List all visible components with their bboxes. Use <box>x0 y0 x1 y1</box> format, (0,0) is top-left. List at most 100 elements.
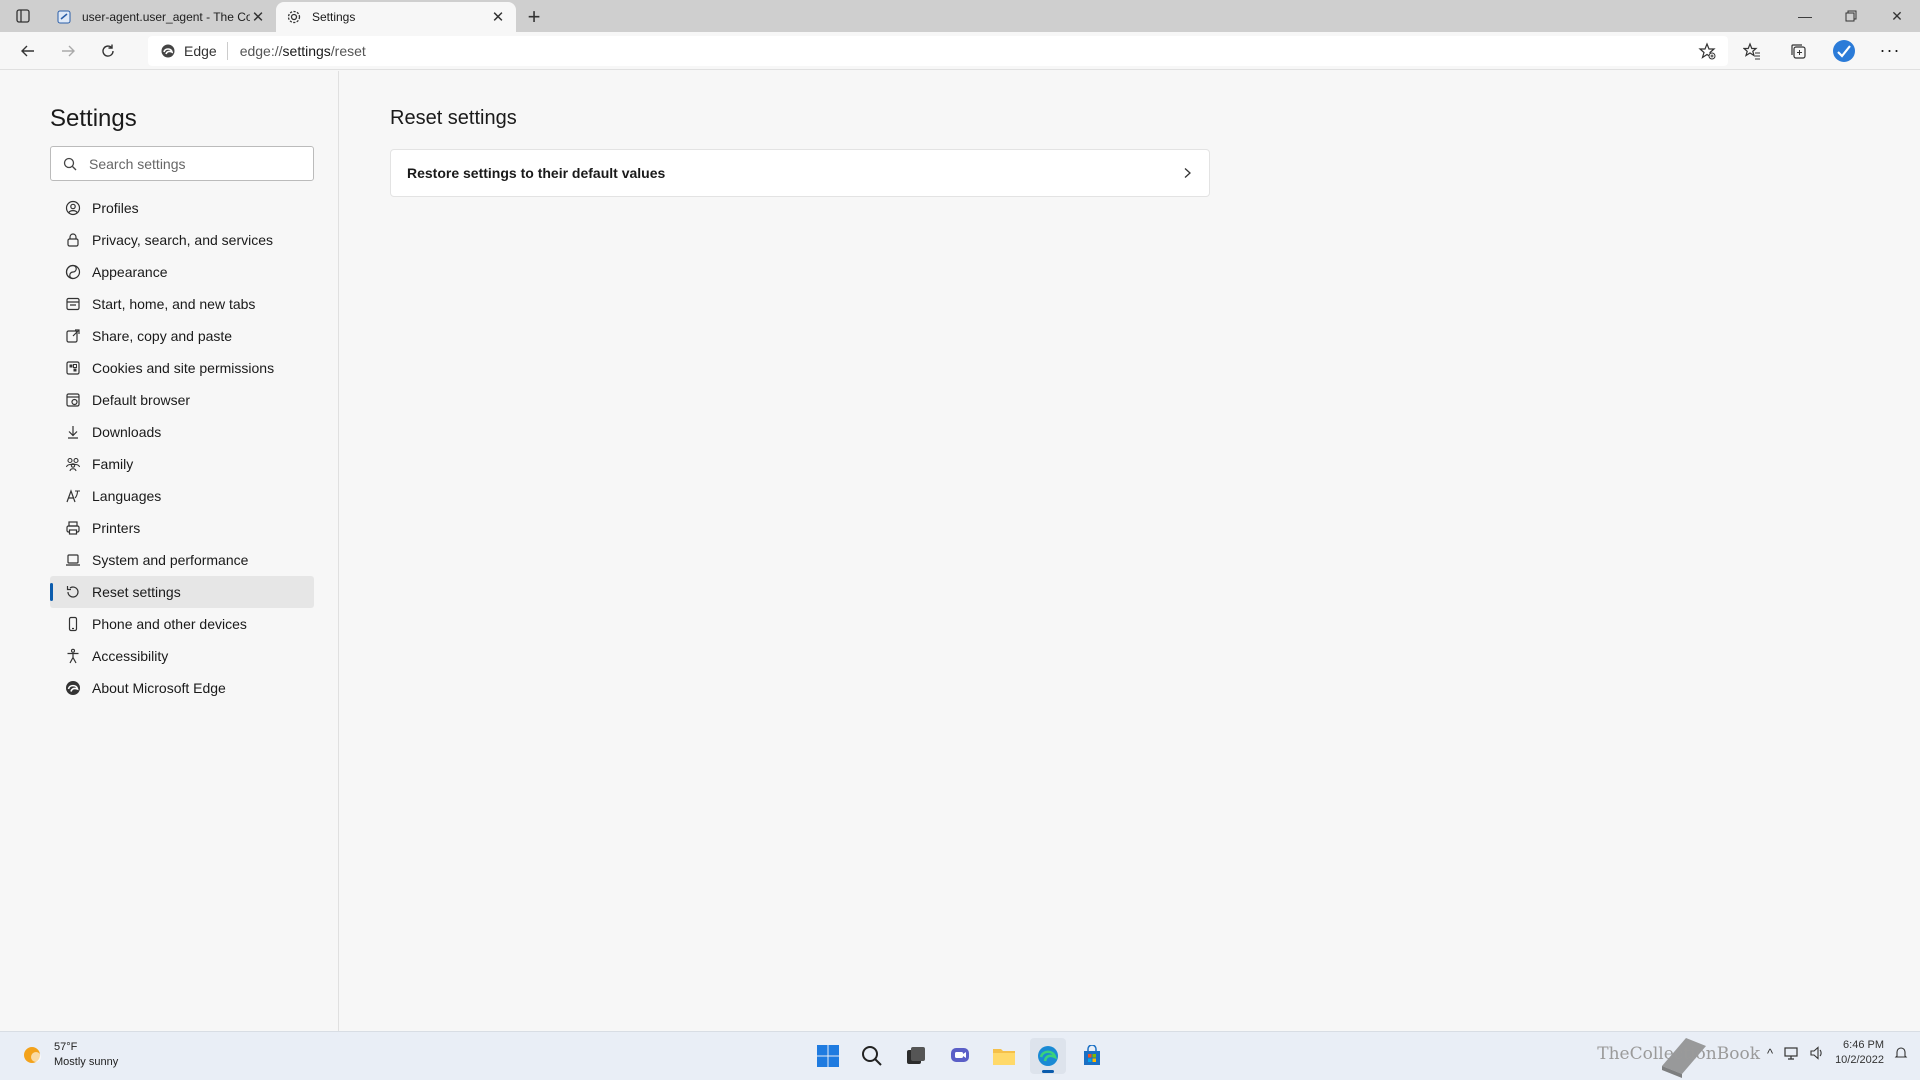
sidebar-item-label: Privacy, search, and services <box>92 232 274 248</box>
close-window-button[interactable]: ✕ <box>1874 0 1920 32</box>
chat-icon <box>951 1048 969 1062</box>
watermark-text: TheCollectionBook <box>1597 1044 1760 1064</box>
sidebar-item-label: Start, home, and new tabs <box>92 296 256 312</box>
settings-sidebar: Settings Profiles Privacy, search, and s… <box>0 71 339 1031</box>
url-path: settings <box>282 42 331 59</box>
file-explorer-button[interactable] <box>986 1038 1022 1074</box>
download-icon <box>64 423 82 441</box>
sidebar-item-appearance[interactable]: Appearance <box>50 256 314 288</box>
sidebar-item-accessibility[interactable]: Accessibility <box>50 640 314 672</box>
new-tab-button[interactable]: + <box>516 2 552 32</box>
sidebar-item-label: Printers <box>92 520 141 536</box>
sidebar-item-start-home[interactable]: Start, home, and new tabs <box>50 288 314 320</box>
weather-widget[interactable]: 57°F Mostly sunny <box>20 1040 118 1070</box>
store-button[interactable] <box>1074 1038 1110 1074</box>
volume-icon[interactable] <box>1809 1045 1825 1061</box>
page-title: Reset settings <box>390 107 517 129</box>
sidebar-item-phone[interactable]: Phone and other devices <box>50 608 314 640</box>
sidebar-item-reset[interactable]: Reset settings <box>50 576 314 608</box>
search-box[interactable] <box>50 146 314 181</box>
appearance-icon <box>64 263 82 281</box>
sidebar-item-share[interactable]: Share, copy and paste <box>50 320 314 352</box>
back-arrow-icon <box>21 45 34 56</box>
back-button[interactable] <box>8 34 48 68</box>
profile-icon <box>64 199 82 217</box>
taskbar-search-button[interactable] <box>854 1038 890 1074</box>
sidebar-item-label: Appearance <box>92 264 168 280</box>
address-bar[interactable]: Edge edge://settings/reset <box>148 35 1728 66</box>
taskbar-apps <box>810 1038 1110 1074</box>
printer-icon <box>64 519 82 537</box>
task-view-button[interactable] <box>898 1038 934 1074</box>
favorites-icon <box>1743 41 1760 59</box>
sidebar-item-cookies[interactable]: Cookies and site permissions <box>50 352 314 384</box>
tab-title: user-agent.user_agent - The Coll <box>82 10 250 24</box>
restore-defaults-row[interactable]: Restore settings to their default values <box>390 149 1210 197</box>
site-identity[interactable]: Edge <box>160 41 228 60</box>
sidebar-item-languages[interactable]: Languages <box>50 480 314 512</box>
minimize-button[interactable]: — <box>1782 0 1828 32</box>
tab-user-agent[interactable]: user-agent.user_agent - The Coll ✕ <box>46 2 276 32</box>
gear-icon <box>287 10 301 24</box>
refresh-icon <box>102 44 114 57</box>
reset-icon <box>64 583 82 601</box>
sidebar-item-label: Languages <box>92 488 162 504</box>
windows-icon <box>817 1045 839 1067</box>
weather-temp: 57°F <box>54 1041 78 1053</box>
tab-title: Settings <box>312 10 356 24</box>
star-add-icon <box>1698 41 1716 59</box>
sidebar-item-privacy[interactable]: Privacy, search, and services <box>50 224 314 256</box>
chevron-up-icon[interactable]: ^ <box>1767 1046 1773 1061</box>
store-icon <box>1084 1045 1100 1065</box>
close-icon[interactable]: ✕ <box>490 9 506 26</box>
edge-taskbar-button[interactable] <box>1030 1038 1066 1074</box>
browser-toolbar: Edge edge://settings/reset ··· <box>0 32 1920 70</box>
settings-content: Reset settings Restore settings to their… <box>340 71 1920 1031</box>
sidebar-item-about[interactable]: About Microsoft Edge <box>50 672 314 704</box>
tab-actions-icon <box>16 9 30 23</box>
sidebar-item-system[interactable]: System and performance <box>50 544 314 576</box>
add-favorite-button[interactable] <box>1698 41 1716 63</box>
search-icon <box>63 157 77 170</box>
url-text: edge://settings/reset <box>228 43 366 59</box>
network-icon[interactable] <box>1783 1045 1799 1061</box>
weather-desc: Mostly sunny <box>54 1056 119 1068</box>
sidebar-item-profiles[interactable]: Profiles <box>50 192 314 224</box>
collections-button[interactable] <box>1778 34 1818 68</box>
notification-icon[interactable] <box>1894 1046 1908 1060</box>
clock[interactable]: 6:46 PM 10/2/2022 <box>1835 1038 1884 1068</box>
sidebar-title: Settings <box>50 105 137 132</box>
accessibility-icon <box>64 647 82 665</box>
browser-icon <box>64 391 82 409</box>
url-rest: /reset <box>330 42 366 59</box>
sidebar-item-default-browser[interactable]: Default browser <box>50 384 314 416</box>
sidebar-item-label: Reset settings <box>92 584 181 600</box>
favorites-button[interactable] <box>1732 34 1772 68</box>
cookies-icon <box>64 359 82 377</box>
task-view-icon <box>907 1047 925 1064</box>
edge-icon <box>161 44 175 57</box>
sun-icon <box>24 1047 41 1063</box>
sidebar-item-family[interactable]: Family <box>50 448 314 480</box>
settings-nav: Profiles Privacy, search, and services A… <box>50 192 314 704</box>
forward-button[interactable] <box>48 34 88 68</box>
sidebar-item-label: Accessibility <box>92 648 169 664</box>
restore-icon <box>1845 10 1857 22</box>
site-label: Edge <box>184 42 217 59</box>
search-input[interactable] <box>89 155 289 172</box>
tab-settings[interactable]: Settings ✕ <box>276 2 516 32</box>
language-icon <box>64 487 82 505</box>
close-icon[interactable]: ✕ <box>250 9 266 26</box>
refresh-button[interactable] <box>88 34 128 68</box>
start-button[interactable] <box>810 1038 846 1074</box>
search-icon <box>862 1046 882 1066</box>
sidebar-item-downloads[interactable]: Downloads <box>50 416 314 448</box>
more-button[interactable]: ··· <box>1870 34 1910 68</box>
tab-actions-button[interactable] <box>0 0 46 32</box>
chat-button[interactable] <box>942 1038 978 1074</box>
restore-button[interactable] <box>1828 0 1874 32</box>
sidebar-item-printers[interactable]: Printers <box>50 512 314 544</box>
system-tray: ^ 6:46 PM 10/2/2022 <box>1767 1038 1908 1068</box>
profile-button[interactable] <box>1824 34 1864 68</box>
sidebar-item-label: Family <box>92 456 134 472</box>
